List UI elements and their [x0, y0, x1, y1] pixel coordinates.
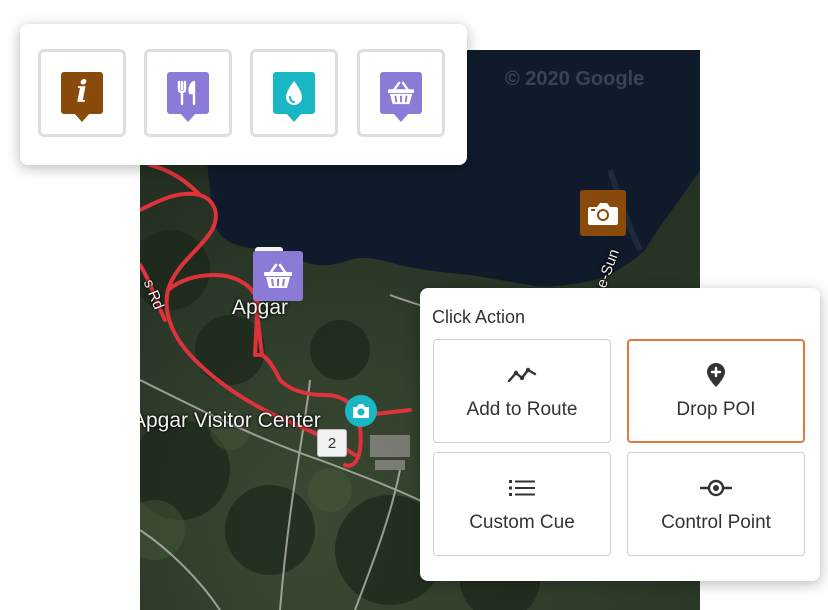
camera-icon	[353, 404, 369, 418]
add-to-route-label: Add to Route	[466, 399, 578, 420]
poi-category-shopping[interactable]	[357, 49, 445, 137]
poi-marker-photo[interactable]	[580, 190, 626, 236]
map-copyright: © 2020 Google	[505, 68, 645, 90]
poi-category-panel: i	[20, 24, 467, 165]
water-drop-icon	[273, 72, 315, 122]
map-label-visitor-center: Apgar Visitor Center	[140, 409, 321, 432]
control-point-button[interactable]: Control Point	[627, 452, 805, 556]
route-icon	[506, 361, 538, 389]
click-action-title: Click Action	[432, 307, 526, 327]
map-pin-plus-icon	[700, 361, 732, 389]
poi-category-water[interactable]	[250, 49, 338, 137]
poi-marker-viewpoint[interactable]	[345, 395, 377, 427]
click-action-panel: Click Action Add to Route Drop POI Custo…	[420, 288, 820, 581]
basket-icon	[380, 72, 422, 122]
camera-icon	[588, 203, 618, 225]
control-point-label: Control Point	[661, 512, 771, 533]
list-icon	[506, 474, 538, 502]
drop-poi-label: Drop POI	[676, 399, 756, 420]
poi-category-food[interactable]	[144, 49, 232, 137]
info-icon: i	[61, 72, 103, 122]
poi-marker-shopping[interactable]	[253, 251, 303, 301]
fork-knife-icon	[167, 72, 209, 122]
custom-cue-label: Custom Cue	[469, 512, 575, 533]
cue-marker[interactable]: 2	[317, 429, 347, 457]
custom-cue-button[interactable]: Custom Cue	[433, 452, 611, 556]
drop-poi-button[interactable]: Drop POI	[627, 339, 805, 443]
basket-icon	[264, 263, 292, 288]
control-point-icon	[700, 474, 732, 502]
add-to-route-button[interactable]: Add to Route	[433, 339, 611, 443]
poi-category-info[interactable]: i	[38, 49, 126, 137]
